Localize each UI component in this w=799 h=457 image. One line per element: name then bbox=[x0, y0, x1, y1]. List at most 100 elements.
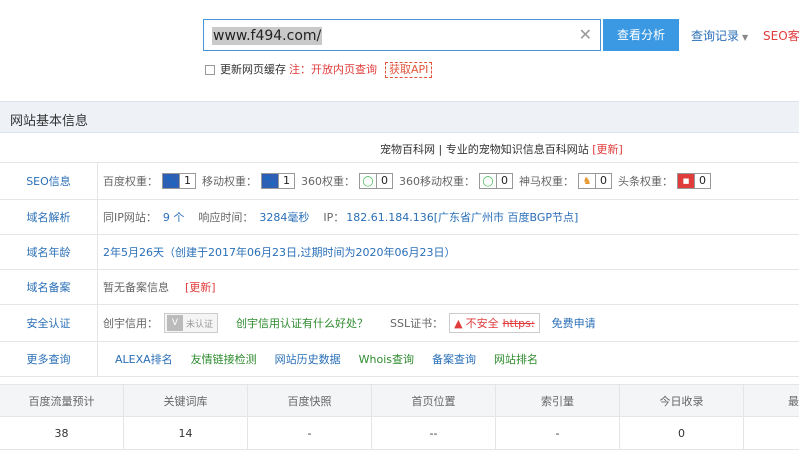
stats-value-more bbox=[744, 417, 799, 449]
toutiao-icon: ■ bbox=[678, 174, 694, 188]
domain-beian-row: 域名备案 暂无备案信息 [更新] bbox=[0, 270, 799, 305]
stats-header-baidu-traffic: 百度流量预计 bbox=[0, 385, 124, 416]
360-icon: ◯ bbox=[362, 175, 374, 187]
stats-header-today-indexed: 今日收录 bbox=[620, 385, 744, 416]
security-row: 安全认证 创宇信用： V 未认证 创宇信用认证有什么好处？ SSL证书： ▲ 不安全… bbox=[0, 305, 799, 342]
ssl-unsafe-badge[interactable]: ▲ 不安全 https: bbox=[449, 313, 540, 333]
credit-label: 创宇信用： bbox=[103, 317, 158, 330]
stats-value-keywords[interactable]: 14 bbox=[124, 417, 248, 449]
ssl-https-text: https: bbox=[502, 316, 535, 330]
paw-icon: 🐾 bbox=[163, 174, 179, 188]
baidu-weight-badge[interactable]: 🐾 1 bbox=[162, 173, 196, 189]
ip-value-link[interactable]: 182.61.184.136[广东省广州市 百度BGP节点] bbox=[346, 209, 578, 225]
baidu-weight-label: 百度权重： bbox=[103, 175, 158, 188]
update-cache-checkbox[interactable] bbox=[205, 65, 215, 75]
free-apply-link[interactable]: 免费申请 bbox=[552, 315, 596, 331]
stats-header-keywords: 关键词库 bbox=[124, 385, 248, 416]
360-icon: ◯ bbox=[482, 175, 494, 187]
stats-header-snapshot: 百度快照 bbox=[248, 385, 372, 416]
url-input-value[interactable]: www.f494.com/ bbox=[212, 27, 323, 45]
panel-header: 网站基本信息 bbox=[0, 101, 799, 133]
toutiao-weight-label: 头条权重： bbox=[618, 175, 673, 188]
url-search-input[interactable]: www.f494.com/ ✕ bbox=[203, 19, 601, 51]
chevron-down-icon: ▼ bbox=[742, 33, 749, 42]
stats-value-baidu-traffic[interactable]: 38 bbox=[0, 417, 124, 449]
domain-beian-content: 暂无备案信息 [更新] bbox=[103, 270, 216, 304]
seo-info-row: SEO信息 百度权重： 🐾 1 移动权重： 🐾 1 360权重： ◯ 0 360移动权… bbox=[0, 163, 799, 200]
shenma-weight-value: 0 bbox=[595, 174, 611, 188]
clear-icon[interactable]: ✕ bbox=[579, 26, 592, 44]
360-mobile-weight-badge[interactable]: ◯ 0 bbox=[479, 173, 513, 189]
beian-update-link[interactable]: [更新] bbox=[185, 279, 216, 295]
cache-row: 更新网页缓存 注：开放内页查询 获取API bbox=[205, 62, 433, 78]
360-mobile-weight-label: 360移动权重： bbox=[399, 175, 475, 188]
query-history-dropdown[interactable]: 查询记录 ▼ bbox=[691, 27, 748, 44]
seo-client-link[interactable]: SEO客户 bbox=[763, 27, 799, 44]
stats-value-home-position: -- bbox=[372, 417, 496, 449]
whois-query-link[interactable]: Whois查询 bbox=[359, 351, 414, 367]
360-weight-badge[interactable]: ◯ 0 bbox=[359, 173, 393, 189]
stats-header-more: 最 bbox=[788, 394, 799, 408]
ssl-unsafe-text: 不安全 bbox=[465, 317, 499, 330]
analyze-button[interactable]: 查看分析 bbox=[603, 19, 679, 51]
update-cache-label: 更新网页缓存 bbox=[220, 63, 286, 76]
stats-header-row: 百度流量预计 关键词库 百度快照 首页位置 索引量 今日收录 最 bbox=[0, 384, 799, 417]
360-weight-value: 0 bbox=[376, 174, 392, 188]
shenma-weight-label: 神马权重： bbox=[519, 175, 574, 188]
domain-resolve-label[interactable]: 域名解析 bbox=[0, 200, 98, 234]
mobile-weight-value: 1 bbox=[278, 174, 294, 188]
site-update-link[interactable]: [更新] bbox=[592, 143, 623, 156]
360-mobile-weight-value: 0 bbox=[496, 174, 512, 188]
shenma-weight-badge[interactable]: ♞ 0 bbox=[578, 173, 612, 189]
get-api-button[interactable]: 获取API bbox=[385, 62, 433, 78]
more-queries-row: 更多查询 ALEXA排名 友情链接检测 网站历史数据 Whois查询 备案查询 … bbox=[0, 342, 799, 377]
domain-age-row: 域名年龄 2年5月26天（创建于2017年06月23日,过期时间为2020年06… bbox=[0, 235, 799, 270]
domain-age-value-link[interactable]: 2年5月26天（创建于2017年06月23日,过期时间为2020年06月23日） bbox=[103, 244, 455, 260]
paw-icon: 🐾 bbox=[262, 174, 278, 188]
same-ip-label: 同IP网站： bbox=[103, 211, 157, 224]
mobile-weight-label: 移动权重： bbox=[202, 175, 257, 188]
credit-benefit-link[interactable]: 创宇信用认证有什么好处？ bbox=[236, 315, 368, 331]
site-rank-link[interactable]: 网站排名 bbox=[494, 351, 538, 367]
more-queries-links: ALEXA排名 友情链接检测 网站历史数据 Whois查询 备案查询 网站排名 bbox=[115, 342, 556, 376]
cert-status-text: 未认证 bbox=[186, 319, 214, 330]
toutiao-weight-badge[interactable]: ■ 0 bbox=[677, 173, 711, 189]
stats-value-index: - bbox=[496, 417, 620, 449]
beian-value: 暂无备案信息 bbox=[103, 281, 169, 294]
security-content: 创宇信用： V 未认证 创宇信用认证有什么好处？ SSL证书： ▲ 不安全 https… bbox=[103, 305, 596, 341]
shenma-icon: ♞ bbox=[582, 175, 592, 187]
seo-info-content: 百度权重： 🐾 1 移动权重： 🐾 1 360权重： ◯ 0 360移动权重： ◯ 0 … bbox=[103, 163, 717, 199]
ssl-label: SSL证书： bbox=[390, 317, 444, 330]
response-time-label: 响应时间： bbox=[198, 211, 254, 224]
stats-header-home-position: 首页位置 bbox=[372, 385, 496, 416]
ip-label: IP： bbox=[323, 211, 345, 224]
stats-value-today-indexed[interactable]: 0 bbox=[620, 417, 744, 449]
domain-resolve-content: 同IP网站： 9 个 响应时间： 3284毫秒 IP： 182.61.184.1… bbox=[103, 200, 578, 234]
security-label[interactable]: 安全认证 bbox=[0, 305, 98, 341]
domain-beian-label[interactable]: 域名备案 bbox=[0, 270, 98, 304]
360-weight-label: 360权重： bbox=[301, 175, 355, 188]
site-title-row: 宠物百科网 | 专业的宠物知识信息百科网站 [更新] bbox=[0, 133, 799, 163]
site-description-text: 宠物百科网 | 专业的宠物知识信息百科网站 bbox=[380, 143, 589, 156]
domain-age-content: 2年5月26天（创建于2017年06月23日,过期时间为2020年06月23日） bbox=[103, 235, 455, 269]
inner-page-note-link[interactable]: 注：开放内页查询 bbox=[289, 62, 377, 78]
seo-info-label[interactable]: SEO信息 bbox=[0, 163, 98, 199]
panel-title: 网站基本信息 bbox=[10, 114, 89, 129]
same-ip-value-link[interactable]: 9 个 bbox=[163, 209, 185, 225]
stats-value-snapshot: - bbox=[248, 417, 372, 449]
stats-values-row: 38 14 - -- - 0 bbox=[0, 417, 799, 450]
site-history-link[interactable]: 网站历史数据 bbox=[275, 351, 341, 367]
query-history-label: 查询记录 bbox=[691, 29, 740, 43]
more-queries-label[interactable]: 更多查询 bbox=[0, 342, 98, 376]
response-time-value: 3284毫秒 bbox=[259, 211, 310, 224]
mobile-weight-badge[interactable]: 🐾 1 bbox=[261, 173, 295, 189]
alexa-rank-link[interactable]: ALEXA排名 bbox=[115, 351, 173, 367]
domain-resolve-row: 域名解析 同IP网站： 9 个 响应时间： 3284毫秒 IP： 182.61.… bbox=[0, 200, 799, 235]
warning-icon: ▲ bbox=[454, 316, 463, 330]
toutiao-weight-value: 0 bbox=[694, 174, 710, 188]
baidu-weight-value: 1 bbox=[179, 174, 195, 188]
domain-age-label[interactable]: 域名年龄 bbox=[0, 235, 98, 269]
beian-query-link[interactable]: 备案查询 bbox=[432, 351, 476, 367]
credit-cert-badge[interactable]: V 未认证 bbox=[164, 313, 219, 333]
friend-link-check-link[interactable]: 友情链接检测 bbox=[191, 351, 257, 367]
